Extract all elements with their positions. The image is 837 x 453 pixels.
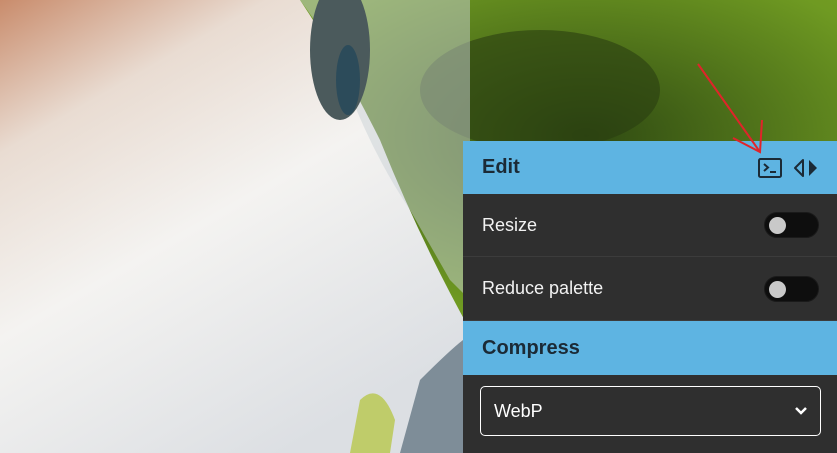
reduce-palette-toggle[interactable]: [764, 275, 819, 302]
option-label: Resize: [482, 214, 538, 235]
option-row-resize: Resize: [463, 194, 837, 257]
resize-toggle[interactable]: [764, 212, 819, 238]
option-label: Reduce palette: [482, 278, 604, 298]
compress-title: Compress: [482, 336, 580, 359]
edit-title: Edit: [482, 156, 520, 178]
toggle-knob: [769, 280, 786, 298]
compress-header: Compress: [463, 321, 837, 375]
compress-format-select[interactable]: WebP: [480, 386, 821, 436]
chevron-down-icon: [795, 407, 807, 415]
compress-select-area: WebP: [463, 375, 837, 453]
toggle-knob: [769, 217, 786, 234]
editor-panel: Edit Resize Reduce palette Compress WebP: [463, 141, 837, 453]
option-row-reduce-palette: Reduce palette: [463, 257, 837, 321]
edit-header: Edit: [463, 141, 837, 194]
red-arrow-annotation-icon: [697, 63, 763, 154]
selected-format: WebP: [494, 400, 543, 421]
chevron-left-right-icon[interactable]: [793, 157, 819, 179]
